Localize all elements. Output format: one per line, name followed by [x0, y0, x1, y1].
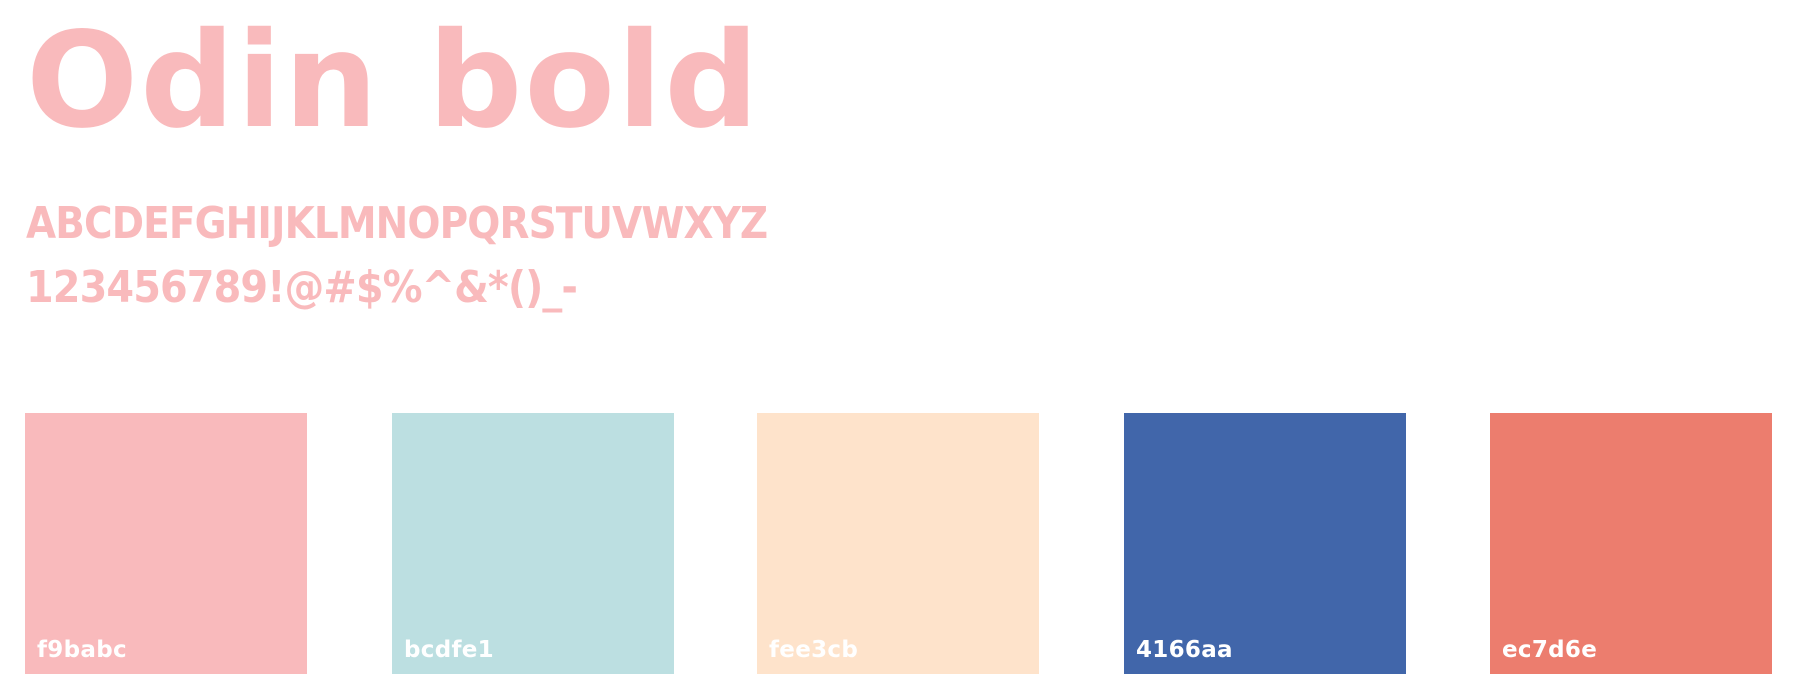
swatch-hex-label: fee3cb — [769, 637, 859, 663]
swatch-hex-label: ec7d6e — [1502, 637, 1598, 663]
swatch-hex-label: f9babc — [37, 637, 127, 663]
swatch-hex-label: 4166aa — [1136, 637, 1233, 663]
swatch-hex-label: bcdfe1 — [404, 637, 494, 663]
color-palette: f9babc bcdfe1 fee3cb 4166aa ec7d6e — [0, 0, 1794, 688]
color-swatch: bcdfe1 — [392, 413, 674, 674]
color-swatch: fee3cb — [757, 413, 1039, 674]
color-swatch: 4166aa — [1124, 413, 1406, 674]
color-swatch: f9babc — [25, 413, 307, 674]
color-swatch: ec7d6e — [1490, 413, 1772, 674]
